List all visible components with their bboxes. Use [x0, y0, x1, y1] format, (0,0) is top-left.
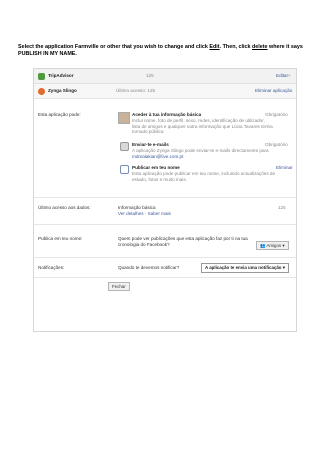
permission-title: Publicar em teu nome	[132, 165, 180, 170]
tripadvisor-icon	[38, 73, 45, 80]
close-button-label: Fechar	[112, 284, 126, 289]
last-access-text: Último acesso: 125	[116, 88, 156, 93]
zynga-icon	[38, 88, 45, 95]
publish-question: cronologia do Facebook?	[118, 242, 170, 247]
permission-email: mdmalakian@live.com.pt	[132, 153, 184, 159]
instruction-part-2: . Then, click	[219, 44, 252, 50]
permission-desc: tornado pública	[132, 129, 164, 134]
instruction-delete-word: delete	[251, 44, 268, 50]
last-data-label: Último acesso aos dados:	[38, 205, 91, 210]
publish-icon	[120, 165, 129, 174]
publish-question: Quem pode ver publicações que esta aplic…	[118, 236, 248, 241]
permission-status: Obrigatório	[265, 112, 288, 117]
notifications-label: Notificações:	[38, 265, 65, 270]
divider	[34, 197, 296, 198]
notification-select[interactable]: A aplicação te envia uma notificação ▾	[201, 263, 289, 273]
edit-link[interactable]: Editar	[276, 73, 288, 79]
permission-status: Obrigatório	[265, 142, 288, 147]
app-settings-panel: TripAdvisor 125 Editar × Zynga Slingo Úl…	[33, 68, 297, 332]
notification-value: A aplicação te envia uma notificação	[205, 265, 282, 270]
header-app-name: TripAdvisor	[48, 73, 74, 78]
divider	[34, 277, 296, 278]
chevron-down-icon: ▾	[281, 265, 285, 270]
instruction-text: Select the application Farmville or othe…	[18, 44, 308, 58]
remove-app-link[interactable]: Eliminar aplicação	[255, 88, 292, 94]
profile-photo-icon	[118, 112, 130, 124]
email-icon	[120, 142, 129, 151]
permission-title: Enviar-te e-mails	[132, 142, 169, 147]
divider	[34, 257, 296, 258]
audience-selector[interactable]: 👥 Amigos ▾	[256, 241, 289, 250]
header-count: 125	[146, 73, 154, 78]
last-data-count: 125	[278, 205, 286, 210]
chevron-down-icon: ▾	[281, 243, 285, 248]
permission-title: Aceder à tua informação básica	[132, 112, 202, 117]
app-row: Zynga Slingo Último acesso: 125 Eliminar…	[34, 84, 296, 99]
permission-desc: estado, fotos e muito mais.	[132, 176, 187, 182]
permissions-label: Esta aplicação pode:	[38, 112, 81, 117]
notifications-question: Quando te devemos notificar?	[118, 265, 180, 270]
delete-publish-link[interactable]: Eliminar	[276, 165, 293, 171]
publish-label: Publica em teu nome:	[38, 236, 83, 241]
close-icon[interactable]: ×	[288, 73, 291, 79]
app-name: Zynga Slingo	[48, 88, 77, 93]
last-data-value: Informação básica	[118, 205, 156, 210]
divider	[34, 224, 296, 225]
header-row[interactable]: TripAdvisor 125 Editar ×	[34, 69, 296, 84]
instruction-edit-word: Edit	[209, 44, 220, 50]
instruction-part-1: Select the application Farmville or othe…	[18, 44, 210, 50]
close-button[interactable]: Fechar	[108, 282, 130, 291]
audience-value: Amigos	[266, 243, 282, 248]
details-link[interactable]: Ver detalhes · Saber mais	[118, 211, 171, 217]
